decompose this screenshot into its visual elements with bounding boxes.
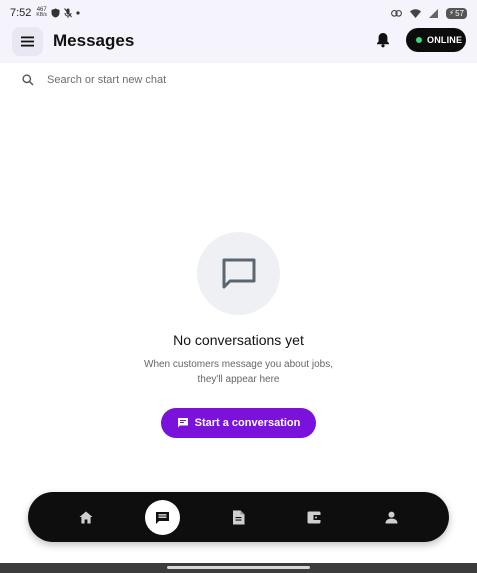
search-bar[interactable] xyxy=(10,66,466,93)
bell-icon[interactable] xyxy=(376,32,390,53)
status-time: 7:52 xyxy=(10,7,32,19)
status-right-group: ⚡ 57 xyxy=(391,7,467,19)
online-status-toggle[interactable]: ONLINE xyxy=(406,28,466,52)
wifi-icon xyxy=(410,8,422,18)
empty-state-subtitle-line1: When customers message you about jobs, xyxy=(144,359,333,370)
empty-state-subtitle: When customers message you about jobs, t… xyxy=(120,357,357,387)
online-status-label: ONLINE xyxy=(427,35,463,45)
chat-icon xyxy=(156,511,169,524)
empty-state-title: No conversations yet xyxy=(173,332,304,348)
shield-icon xyxy=(51,8,60,18)
nav-home[interactable] xyxy=(66,492,106,542)
start-conversation-button[interactable]: Start a conversation xyxy=(161,408,316,438)
system-navigation-bar xyxy=(0,563,477,573)
notification-dot-icon xyxy=(76,11,80,15)
nav-documents[interactable] xyxy=(218,492,258,542)
empty-state-illustration xyxy=(197,232,280,315)
message-icon xyxy=(177,418,188,428)
start-conversation-label: Start a conversation xyxy=(194,417,301,429)
bottom-navigation xyxy=(28,492,449,542)
empty-state-subtitle-line2: they'll appear here xyxy=(197,374,280,385)
profile-icon xyxy=(385,511,397,523)
home-icon xyxy=(79,511,93,523)
search-icon xyxy=(22,73,34,91)
page-title: Messages xyxy=(53,31,135,50)
battery-level: 57 xyxy=(455,8,464,18)
gesture-handle[interactable] xyxy=(167,566,310,569)
menu-button[interactable] xyxy=(12,27,43,56)
link-icon xyxy=(391,9,403,17)
hamburger-menu-icon xyxy=(21,36,34,47)
network-speed-unit: KB/s xyxy=(36,12,47,18)
chat-bubble-icon xyxy=(222,258,255,288)
battery-icon: ⚡ xyxy=(449,10,455,17)
nav-messages[interactable] xyxy=(145,500,180,535)
battery-indicator: ⚡ 57 xyxy=(446,7,467,19)
wallet-icon xyxy=(307,511,321,523)
nav-wallet[interactable] xyxy=(294,492,334,542)
search-input[interactable] xyxy=(47,70,447,90)
app-bar: Messages ONLINE xyxy=(0,26,477,63)
document-icon xyxy=(232,510,244,524)
signal-icon xyxy=(429,8,439,18)
network-speed: 467 KB/s xyxy=(36,7,47,18)
nav-profile[interactable] xyxy=(371,492,411,542)
status-bar: 7:52 467 KB/s ⚡ 57 xyxy=(0,0,477,26)
online-dot xyxy=(416,37,422,43)
mic-off-icon xyxy=(64,8,72,18)
